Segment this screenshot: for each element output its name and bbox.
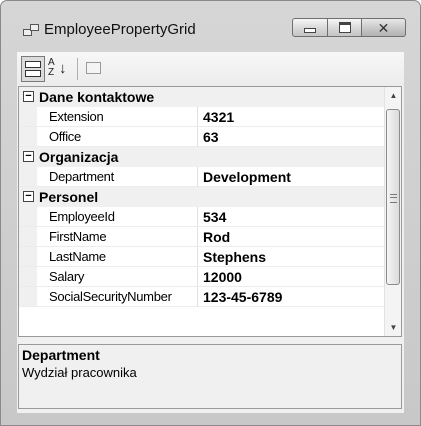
property-value[interactable]: Stephens: [203, 247, 266, 266]
help-title: Department: [22, 347, 100, 363]
row-margin: [19, 247, 37, 266]
property-row[interactable]: SocialSecurityNumber 123-45-6789: [19, 287, 384, 307]
sort-alphabetical-icon: A Z: [48, 58, 55, 78]
category-row[interactable]: − Organizacja: [19, 147, 384, 167]
property-grid-toolbar: A Z ↓: [17, 52, 404, 86]
property-row[interactable]: Extension 4321: [19, 107, 384, 127]
collapse-toggle-icon[interactable]: −: [23, 151, 34, 162]
row-margin: [19, 167, 37, 186]
property-value[interactable]: 123-45-6789: [203, 287, 282, 306]
application-window: EmployeePropertyGrid ✕ A Z ↓ − Dane kont…: [0, 0, 421, 426]
row-margin: [19, 227, 37, 246]
alpha-letter-z: Z: [48, 67, 55, 78]
property-name[interactable]: FirstName: [49, 227, 198, 246]
scroll-up-arrow-icon[interactable]: ▲: [385, 87, 402, 104]
title-bar[interactable]: EmployeePropertyGrid ✕: [1, 1, 420, 47]
minimize-icon: [304, 28, 316, 33]
property-name[interactable]: EmployeeId: [49, 207, 198, 226]
row-margin: [19, 287, 37, 306]
row-margin: [19, 127, 37, 146]
property-row[interactable]: EmployeeId 534: [19, 207, 384, 227]
alphabetical-button[interactable]: A Z ↓: [46, 56, 70, 82]
property-row[interactable]: Department Development: [19, 167, 384, 187]
help-pane: Department Wydział pracownika: [18, 344, 402, 409]
property-rows: − Dane kontaktowe Extension 4321 Office 63− Or…: [19, 87, 384, 307]
sort-arrow-icon: ↓: [59, 60, 67, 77]
scroll-thumb[interactable]: [386, 109, 400, 285]
close-button[interactable]: ✕: [362, 18, 406, 37]
categorized-button[interactable]: [21, 56, 45, 82]
vertical-scrollbar[interactable]: ▲ ▼: [384, 87, 401, 336]
property-value[interactable]: 534: [203, 207, 226, 226]
property-grid-control: A Z ↓ − Dane kontaktowe Extension 4321 Offic…: [17, 52, 404, 413]
row-margin: [19, 267, 37, 286]
minimize-button[interactable]: [292, 18, 328, 37]
property-name[interactable]: Extension: [49, 107, 198, 126]
property-name[interactable]: SocialSecurityNumber: [49, 287, 198, 306]
maximize-button[interactable]: [328, 18, 362, 37]
property-row[interactable]: LastName Stephens: [19, 247, 384, 267]
property-name[interactable]: Salary: [49, 267, 198, 286]
maximize-icon: [338, 22, 351, 33]
scroll-down-arrow-icon[interactable]: ▼: [385, 319, 402, 336]
category-label: Dane kontaktowe: [39, 89, 155, 105]
property-value[interactable]: Development: [203, 167, 291, 186]
property-value[interactable]: 63: [203, 127, 219, 146]
categorized-view-icon: [25, 60, 41, 78]
collapse-toggle-icon[interactable]: −: [23, 91, 34, 102]
window-title: EmployeePropertyGrid: [44, 21, 196, 38]
grip-icon: [390, 194, 397, 203]
property-row[interactable]: Office 63: [19, 127, 384, 147]
collapse-toggle-icon[interactable]: −: [23, 191, 34, 202]
property-value[interactable]: 4321: [203, 107, 234, 126]
category-label: Organizacja: [39, 149, 119, 165]
property-name[interactable]: Department: [49, 167, 198, 186]
property-pages-icon: [86, 62, 101, 74]
help-description: Wydział pracownika: [22, 365, 137, 380]
property-value[interactable]: Rod: [203, 227, 230, 246]
category-row[interactable]: − Dane kontaktowe: [19, 87, 384, 107]
category-label: Personel: [39, 189, 99, 205]
toolbar-separator: [77, 58, 78, 80]
app-icon[interactable]: [23, 24, 39, 38]
property-pages-button[interactable]: [82, 56, 106, 82]
property-row[interactable]: Salary 12000: [19, 267, 384, 287]
property-row[interactable]: FirstName Rod: [19, 227, 384, 247]
property-grid: − Dane kontaktowe Extension 4321 Office 63− Or…: [18, 86, 402, 337]
property-name[interactable]: Office: [49, 127, 198, 146]
property-value[interactable]: 12000: [203, 267, 242, 286]
close-icon: ✕: [377, 19, 390, 36]
category-row[interactable]: − Personel: [19, 187, 384, 207]
row-margin: [19, 207, 37, 226]
row-margin: [19, 107, 37, 126]
property-name[interactable]: LastName: [49, 247, 198, 266]
